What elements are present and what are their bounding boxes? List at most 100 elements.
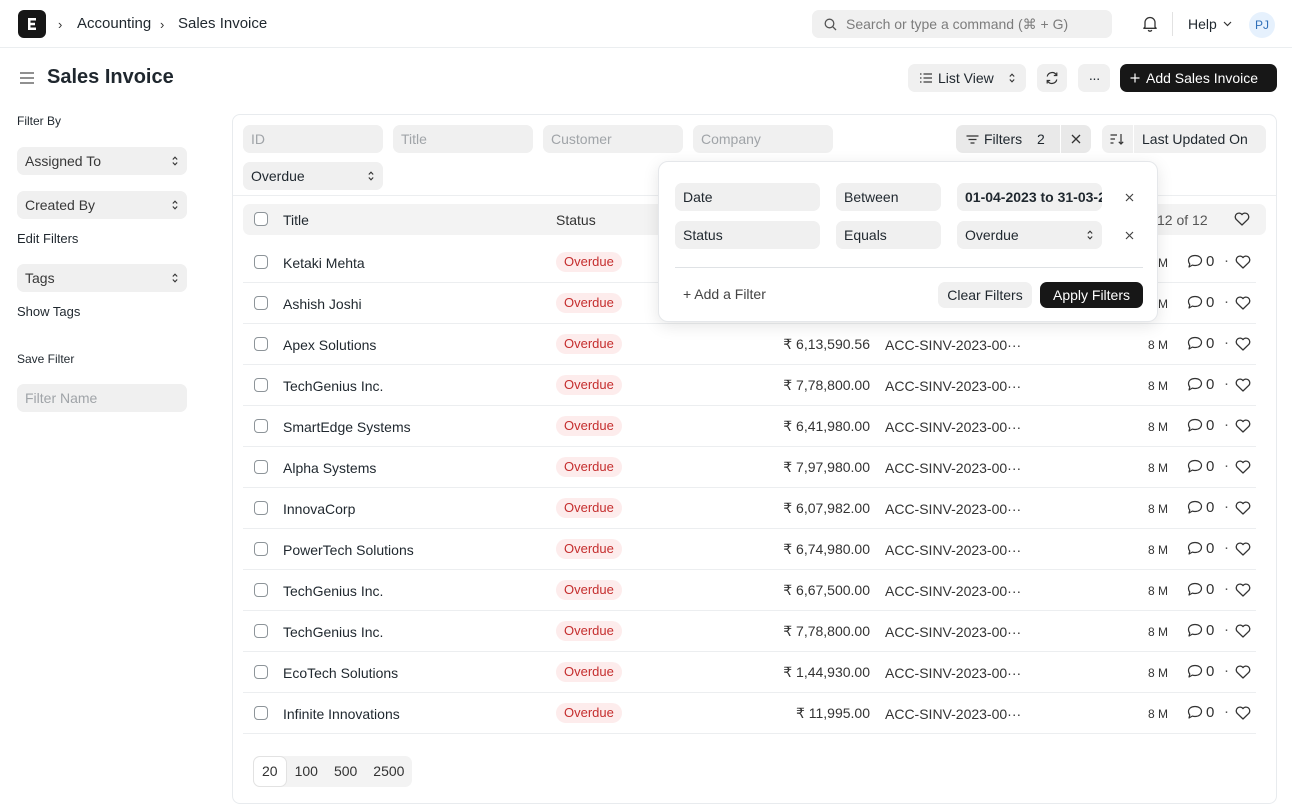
row-title[interactable]: TechGenius Inc. bbox=[283, 378, 383, 394]
clear-filters-button[interactable]: Clear Filters bbox=[938, 282, 1032, 308]
heart-icon[interactable] bbox=[1235, 460, 1251, 474]
breadcrumb-accounting[interactable]: Accounting bbox=[77, 15, 151, 32]
remove-filter-icon[interactable] bbox=[1125, 231, 1134, 240]
filter-name-input[interactable]: Filter Name bbox=[17, 384, 187, 412]
refresh-button[interactable] bbox=[1037, 64, 1067, 92]
heart-icon[interactable] bbox=[1235, 583, 1251, 597]
table-row[interactable]: Apex Solutions Overdue ₹ 6,13,590.56 ACC-SI… bbox=[243, 324, 1256, 365]
row-title[interactable]: EcoTech Solutions bbox=[283, 665, 398, 681]
row-checkbox[interactable] bbox=[254, 583, 268, 597]
show-tags-link[interactable]: Show Tags bbox=[17, 304, 80, 319]
comment-icon[interactable] bbox=[1187, 541, 1203, 556]
heart-icon[interactable] bbox=[1235, 624, 1251, 638]
row-title[interactable]: Ashish Joshi bbox=[283, 296, 362, 312]
table-row[interactable]: Alpha Systems Overdue ₹ 7,97,980.00 ACC-SIN… bbox=[243, 447, 1256, 488]
sort-icon[interactable] bbox=[1110, 133, 1124, 145]
heart-icon[interactable] bbox=[1235, 337, 1251, 351]
apply-filters-button[interactable]: Apply Filters bbox=[1040, 282, 1143, 308]
heart-icon[interactable] bbox=[1235, 378, 1251, 392]
more-button[interactable]: ··· bbox=[1078, 64, 1110, 92]
comment-icon[interactable] bbox=[1187, 418, 1203, 433]
row-title[interactable]: Ketaki Mehta bbox=[283, 255, 365, 271]
row-title[interactable]: PowerTech Solutions bbox=[283, 542, 414, 558]
user-avatar[interactable]: PJ bbox=[1249, 12, 1275, 38]
row-checkbox[interactable] bbox=[254, 419, 268, 433]
row-title[interactable]: Apex Solutions bbox=[283, 337, 376, 353]
add-sales-invoice-button[interactable]: Add Sales Invoice bbox=[1120, 64, 1277, 92]
table-row[interactable]: TechGenius Inc. Overdue ₹ 7,78,800.00 ACC-S… bbox=[243, 611, 1256, 652]
filter-field-status[interactable]: Status bbox=[675, 221, 820, 249]
row-checkbox[interactable] bbox=[254, 255, 268, 269]
table-row[interactable]: SmartEdge Systems Overdue ₹ 6,41,980.00 ACC… bbox=[243, 406, 1256, 447]
help-menu[interactable]: Help bbox=[1188, 16, 1217, 32]
table-row[interactable]: TechGenius Inc. Overdue ₹ 7,78,800.00 ACC-S… bbox=[243, 365, 1256, 406]
table-row[interactable]: InnovaCorp Overdue ₹ 6,07,982.00 ACC-SINV-2… bbox=[243, 488, 1256, 529]
row-checkbox[interactable] bbox=[254, 378, 268, 392]
heart-icon[interactable] bbox=[1235, 296, 1251, 310]
remove-filter-icon[interactable] bbox=[1125, 193, 1134, 202]
table-row[interactable]: EcoTech Solutions Overdue ₹ 1,44,930.00 ACC… bbox=[243, 652, 1256, 693]
page-size-500[interactable]: 500 bbox=[326, 756, 365, 787]
title-filter-input[interactable]: Title bbox=[393, 125, 533, 153]
row-checkbox[interactable] bbox=[254, 665, 268, 679]
id-filter-input[interactable]: ID bbox=[243, 125, 383, 153]
filter-value-status-select[interactable]: Overdue bbox=[957, 221, 1102, 249]
filters-button[interactable]: Filters 2 bbox=[956, 125, 1091, 153]
row-checkbox[interactable] bbox=[254, 296, 268, 310]
heart-icon[interactable] bbox=[1234, 212, 1250, 226]
row-checkbox[interactable] bbox=[254, 337, 268, 351]
sort-control[interactable]: Last Updated On bbox=[1102, 125, 1266, 153]
row-checkbox[interactable] bbox=[254, 624, 268, 638]
heart-icon[interactable] bbox=[1235, 419, 1251, 433]
row-title[interactable]: InnovaCorp bbox=[283, 501, 355, 517]
breadcrumb-sales-invoice[interactable]: Sales Invoice bbox=[178, 15, 267, 32]
status-filter-select[interactable]: Overdue bbox=[243, 162, 383, 190]
table-row[interactable]: TechGenius Inc. Overdue ₹ 6,67,500.00 ACC-S… bbox=[243, 570, 1256, 611]
assigned-to-select[interactable]: Assigned To bbox=[17, 147, 187, 175]
filter-field-date[interactable]: Date bbox=[675, 183, 820, 211]
comment-icon[interactable] bbox=[1187, 623, 1203, 638]
row-title[interactable]: TechGenius Inc. bbox=[283, 583, 383, 599]
filter-condition-between[interactable]: Between bbox=[836, 183, 941, 211]
heart-icon[interactable] bbox=[1235, 501, 1251, 515]
table-row[interactable]: PowerTech Solutions Overdue ₹ 6,74,980.00 A… bbox=[243, 529, 1256, 570]
row-title[interactable]: SmartEdge Systems bbox=[283, 419, 411, 435]
comment-icon[interactable] bbox=[1187, 705, 1203, 720]
app-logo[interactable] bbox=[18, 10, 46, 38]
clear-filters-icon[interactable] bbox=[1071, 134, 1081, 144]
heart-icon[interactable] bbox=[1235, 542, 1251, 556]
edit-filters-link[interactable]: Edit Filters bbox=[17, 231, 78, 246]
row-checkbox[interactable] bbox=[254, 706, 268, 720]
heart-icon[interactable] bbox=[1235, 706, 1251, 720]
row-title[interactable]: Infinite Innovations bbox=[283, 706, 400, 722]
comment-icon[interactable] bbox=[1187, 459, 1203, 474]
created-by-select[interactable]: Created By bbox=[17, 191, 187, 219]
page-size-2500[interactable]: 2500 bbox=[365, 756, 412, 787]
tags-select[interactable]: Tags bbox=[17, 264, 187, 292]
select-all-checkbox[interactable] bbox=[254, 212, 268, 226]
row-checkbox[interactable] bbox=[254, 542, 268, 556]
list-view-button[interactable]: List View bbox=[908, 64, 1026, 92]
comment-icon[interactable] bbox=[1187, 254, 1203, 269]
page-size-20[interactable]: 20 bbox=[253, 756, 287, 787]
comment-icon[interactable] bbox=[1187, 500, 1203, 515]
comment-icon[interactable] bbox=[1187, 295, 1203, 310]
comment-icon[interactable] bbox=[1187, 336, 1203, 351]
row-checkbox[interactable] bbox=[254, 460, 268, 474]
add-filter-button[interactable]: + Add a Filter bbox=[683, 286, 766, 302]
table-row[interactable]: Infinite Innovations Overdue ₹ 11,995.00 AC… bbox=[243, 693, 1256, 734]
filter-condition-equals[interactable]: Equals bbox=[836, 221, 941, 249]
heart-icon[interactable] bbox=[1235, 665, 1251, 679]
comment-icon[interactable] bbox=[1187, 377, 1203, 392]
page-size-100[interactable]: 100 bbox=[287, 756, 326, 787]
row-title[interactable]: Alpha Systems bbox=[283, 460, 376, 476]
customer-filter-input[interactable]: Customer bbox=[543, 125, 683, 153]
sort-label[interactable]: Last Updated On bbox=[1142, 125, 1248, 153]
sidebar-toggle-icon[interactable] bbox=[19, 71, 35, 85]
search-input[interactable] bbox=[846, 10, 1106, 38]
comment-icon[interactable] bbox=[1187, 582, 1203, 597]
filter-value-date-range[interactable]: 01-04-2023 to 31-03-2024 bbox=[957, 183, 1102, 211]
bell-icon[interactable] bbox=[1142, 15, 1158, 32]
row-checkbox[interactable] bbox=[254, 501, 268, 515]
heart-icon[interactable] bbox=[1235, 255, 1251, 269]
